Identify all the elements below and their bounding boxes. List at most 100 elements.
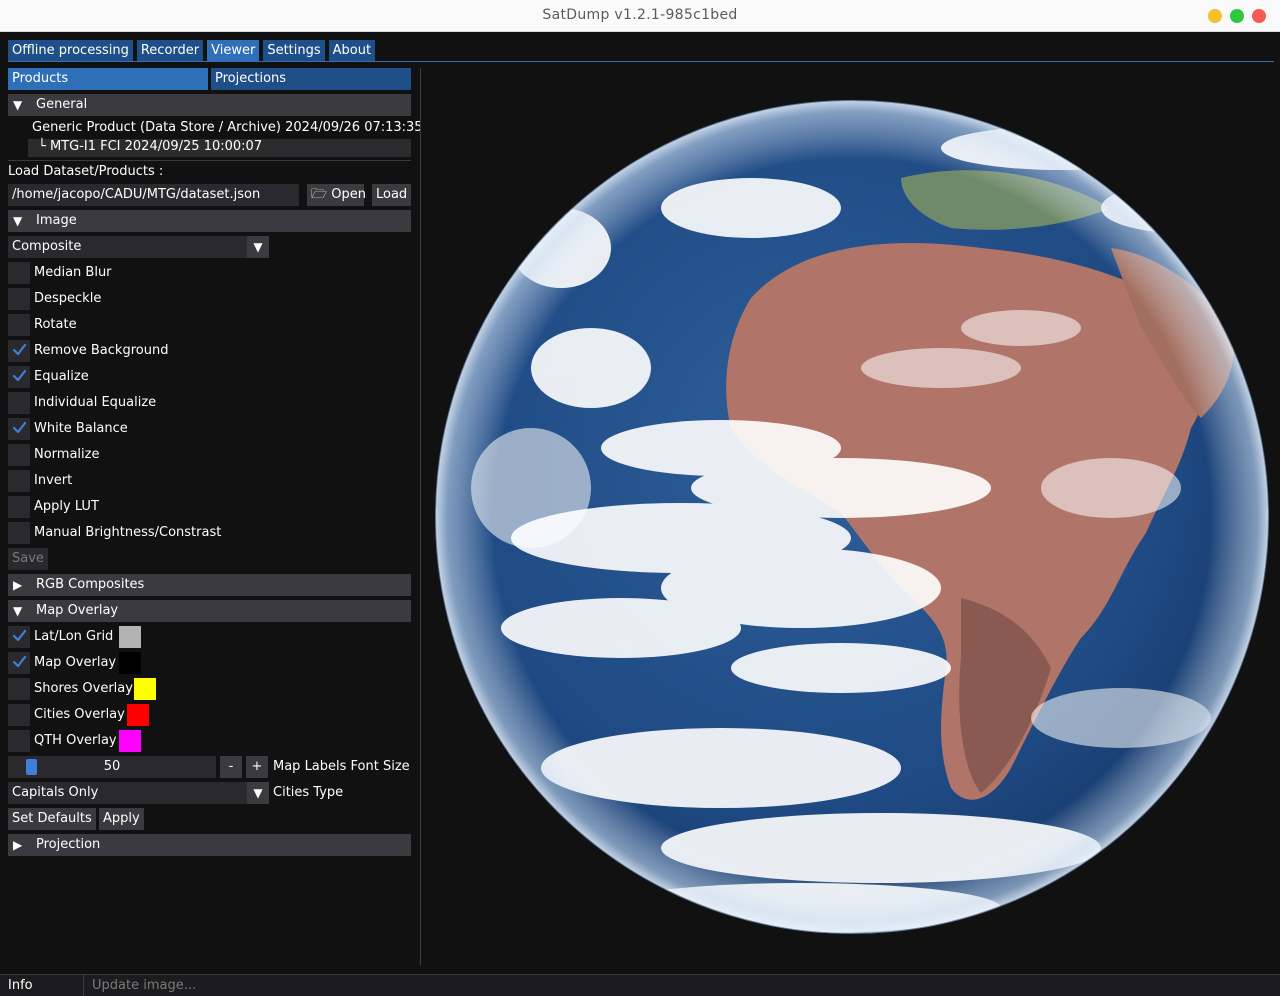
image-header[interactable]: ▼ Image — [8, 210, 411, 232]
overlay-shores-overlay[interactable]: Shores Overlay — [8, 678, 208, 700]
checkbox-invert[interactable]: Invert — [8, 470, 308, 492]
projection-header[interactable]: ▶ Projection — [8, 834, 411, 856]
checkbox-box[interactable] — [8, 366, 30, 388]
main-tab-bar: Offline processing Recorder Viewer Setti… — [8, 40, 376, 61]
tab-recorder[interactable]: Recorder — [136, 40, 204, 61]
checkbox-remove-background[interactable]: Remove Background — [8, 340, 308, 362]
status-message: Update image... — [92, 978, 197, 993]
expand-right-icon: ▶ — [13, 578, 23, 592]
image-header-label: Image — [36, 213, 77, 228]
checkbox-label: Normalize — [34, 447, 100, 462]
checkmark-icon — [12, 629, 27, 642]
rgb-composites-header[interactable]: ▶ RGB Composites — [8, 574, 411, 596]
checkbox-manual-brightness-constrast[interactable]: Manual Brightness/Constrast — [8, 522, 308, 544]
checkbox-box[interactable] — [8, 392, 30, 414]
close-button[interactable] — [1252, 9, 1266, 23]
color-swatch[interactable] — [134, 678, 156, 700]
color-swatch[interactable] — [127, 704, 149, 726]
overlay-map-overlay[interactable]: Map Overlay — [8, 652, 208, 674]
checkbox-box[interactable] — [8, 288, 30, 310]
checkbox-box[interactable] — [8, 314, 30, 336]
checkbox-box[interactable] — [8, 470, 30, 492]
dataset-path-input[interactable]: /home/jacopo/CADU/MTG/dataset.json — [8, 184, 299, 206]
checkbox-box[interactable] — [8, 444, 30, 466]
status-bar: Info Update image... — [0, 974, 1280, 996]
checkbox-box[interactable] — [8, 678, 30, 700]
maximize-button[interactable] — [1230, 9, 1244, 23]
composite-select[interactable]: Composite ▼ — [8, 236, 269, 258]
font-size-value: 50 — [103, 759, 121, 774]
map-overlay-header[interactable]: ▼ Map Overlay — [8, 600, 411, 622]
checkmark-icon — [12, 369, 27, 382]
minimize-button[interactable] — [1208, 9, 1222, 23]
checkbox-label: Apply LUT — [34, 499, 99, 514]
checkbox-box[interactable] — [8, 340, 30, 362]
checkbox-box[interactable] — [8, 704, 30, 726]
general-header[interactable]: ▼ General — [8, 94, 411, 116]
dropdown-arrow-icon: ▼ — [247, 236, 269, 258]
tab-products[interactable]: Products — [8, 68, 208, 90]
sub-tab-bar: Products Projections — [8, 68, 411, 90]
checkbox-normalize[interactable]: Normalize — [8, 444, 308, 466]
overlay-qth-overlay[interactable]: QTH Overlay — [8, 730, 208, 752]
checkbox-label: White Balance — [34, 421, 128, 436]
folder-open-icon: 🗁 — [311, 187, 328, 202]
checkbox-box[interactable] — [8, 262, 30, 284]
checkbox-box[interactable] — [8, 652, 30, 674]
checkbox-label: Equalize — [34, 369, 89, 384]
font-size-slider[interactable]: 50 — [8, 756, 216, 778]
font-size-plus-button[interactable]: + — [246, 756, 268, 778]
apply-button[interactable]: Apply — [99, 808, 144, 830]
checkbox-label: Manual Brightness/Constrast — [34, 525, 222, 540]
overlay-cities-overlay[interactable]: Cities Overlay — [8, 704, 208, 726]
checkbox-individual-equalize[interactable]: Individual Equalize — [8, 392, 308, 414]
color-swatch[interactable] — [119, 730, 141, 752]
image-viewer[interactable] — [421, 68, 1274, 966]
overlay-lat-lon-grid[interactable]: Lat/Lon Grid — [8, 626, 208, 648]
checkbox-label: Remove Background — [34, 343, 169, 358]
checkbox-label: Lat/Lon Grid — [34, 629, 114, 644]
checkbox-label: Invert — [34, 473, 73, 488]
checkbox-box[interactable] — [8, 730, 30, 752]
checkmark-icon — [12, 421, 27, 434]
checkbox-despeckle[interactable]: Despeckle — [8, 288, 308, 310]
tab-projections[interactable]: Projections — [211, 68, 411, 90]
open-button[interactable]: 🗁 Open — [307, 184, 366, 206]
checkbox-white-balance[interactable]: White Balance — [8, 418, 308, 440]
cities-type-label: Cities Type — [273, 785, 344, 800]
checkbox-box[interactable] — [8, 626, 30, 648]
dataset-tree-item[interactable]: Generic Product (Data Store / Archive) 2… — [32, 120, 423, 135]
cities-type-select[interactable]: Capitals Only ▼ — [8, 782, 269, 804]
dropdown-arrow-icon: ▼ — [247, 782, 269, 804]
tab-offline-processing[interactable]: Offline processing — [8, 40, 133, 61]
checkbox-label: QTH Overlay — [34, 733, 117, 748]
checkbox-rotate[interactable]: Rotate — [8, 314, 308, 336]
checkbox-label: Despeckle — [34, 291, 102, 306]
color-swatch[interactable] — [119, 626, 141, 648]
general-header-label: General — [36, 97, 88, 112]
collapse-down-icon: ▼ — [13, 98, 23, 112]
product-tree-item[interactable]: └ MTG-I1 FCI 2024/09/25 10:00:07 — [38, 139, 262, 154]
tab-underline — [8, 61, 1274, 62]
save-button[interactable]: Save — [8, 548, 48, 570]
checkbox-box[interactable] — [8, 496, 30, 518]
checkbox-box[interactable] — [8, 522, 30, 544]
checkmark-icon — [12, 655, 27, 668]
checkbox-equalize[interactable]: Equalize — [8, 366, 308, 388]
font-size-label: Map Labels Font Size — [273, 759, 410, 774]
tab-about[interactable]: About — [328, 40, 376, 61]
checkbox-label: Median Blur — [34, 265, 112, 280]
color-swatch[interactable] — [119, 652, 141, 674]
checkbox-median-blur[interactable]: Median Blur — [8, 262, 308, 284]
set-defaults-button[interactable]: Set Defaults — [8, 808, 96, 830]
tab-viewer[interactable]: Viewer — [207, 40, 260, 61]
checkmark-icon — [12, 343, 27, 356]
cities-type-value: Capitals Only — [12, 785, 99, 800]
info-label[interactable]: Info — [0, 975, 84, 996]
load-button[interactable]: Load — [372, 184, 412, 206]
rgb-composites-header-label: RGB Composites — [36, 577, 145, 592]
checkbox-apply-lut[interactable]: Apply LUT — [8, 496, 308, 518]
tab-settings[interactable]: Settings — [263, 40, 325, 61]
checkbox-box[interactable] — [8, 418, 30, 440]
font-size-minus-button[interactable]: - — [220, 756, 242, 778]
